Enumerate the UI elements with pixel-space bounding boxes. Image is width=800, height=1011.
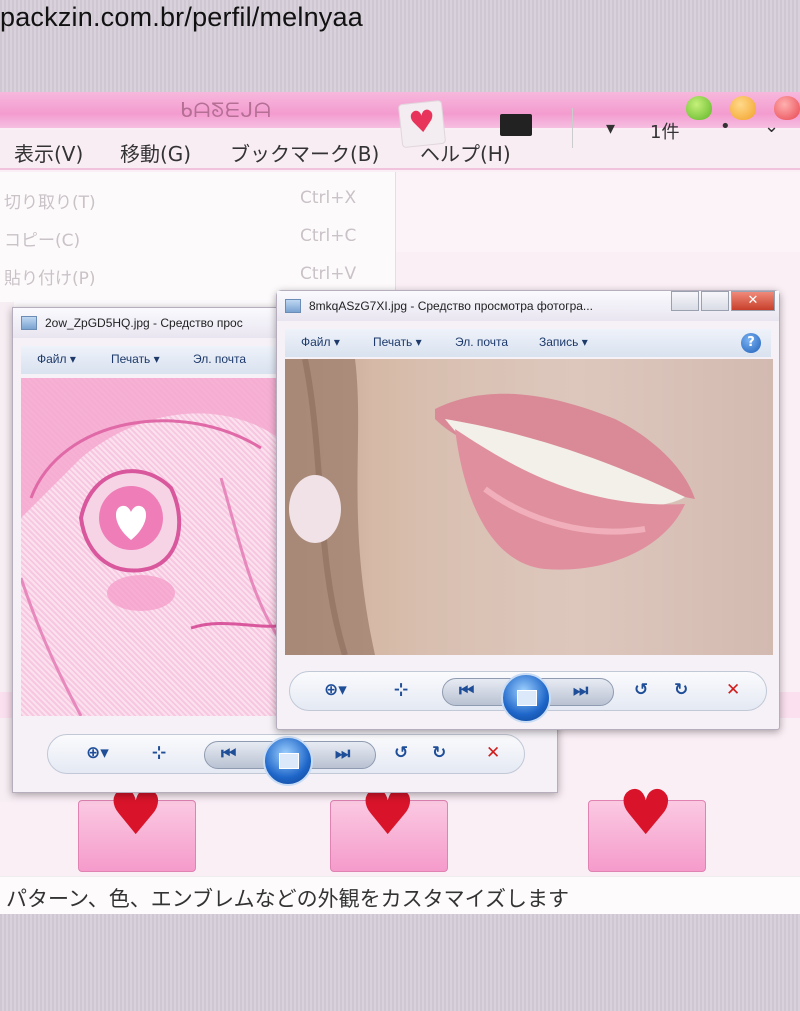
folder-heart-icon[interactable]: ♥ [78, 782, 196, 872]
photo-viewer-right: 8mkqASzG7XI.jpg - Средство просмотра фот… [276, 290, 780, 730]
close-button[interactable]: ✕ [731, 291, 775, 311]
viewer-nav-bar: ⊕▾ ⊹ ⏮ ⏭ ↺ ↻ ✕ [47, 734, 525, 786]
menu-item-label: 貼り付け(P) [4, 269, 96, 289]
menu-bookmarks[interactable]: ブックマーク(B) [230, 138, 379, 167]
main-window-title: ᑲᗩᘕᗴᒍᗩ [180, 98, 272, 122]
heart-card-icon[interactable]: ♥ [397, 99, 447, 149]
status-bar: パターン、色、エンブレムなどの外観をカスタマイズします [0, 876, 800, 914]
photo-viewer-icon [21, 316, 37, 330]
menu-email[interactable]: Эл. почта [193, 352, 246, 366]
menubar: 表示(V) 移動(G) ブックマーク(B) ヘルプ(H) [0, 130, 800, 170]
rotate-ccw-icon[interactable]: ↺ [394, 743, 408, 763]
lips-photo [285, 359, 773, 655]
status-text: パターン、色、エンブレムなどの外観をカスタマイズします [6, 887, 570, 911]
fit-window-icon[interactable]: ⊹ [394, 680, 408, 700]
previous-icon[interactable]: ⏮ [459, 681, 474, 701]
maximize-button[interactable] [730, 96, 756, 120]
previous-icon[interactable]: ⏮ [221, 744, 236, 764]
menu-view[interactable]: 表示(V) [14, 138, 83, 167]
slideshow-button[interactable] [501, 673, 551, 723]
folder-heart-icon[interactable]: ♥ [330, 782, 448, 872]
menu-item-cut[interactable]: 切り取り(T) Ctrl+X [0, 184, 390, 214]
viewer-nav-bar: ⊕▾ ⊹ ⏮ ⏭ ↺ ↻ ✕ [289, 671, 767, 723]
minimize-button[interactable] [686, 96, 712, 120]
chevron-down-icon[interactable]: ⌄ [764, 116, 779, 137]
rotate-ccw-icon[interactable]: ↺ [634, 680, 648, 700]
rotate-cw-icon[interactable]: ↻ [432, 743, 446, 763]
anime-girl-image [21, 378, 279, 716]
menu-file[interactable]: Файл ▾ [37, 352, 76, 366]
menu-go[interactable]: 移動(G) [120, 138, 191, 167]
viewer-toolbar: Файл ▾ Печать ▾ Эл. почта Запись ▾ ? [285, 329, 771, 357]
menu-item-shortcut: Ctrl+X [300, 188, 357, 208]
menu-print[interactable]: Печать ▾ [373, 335, 422, 349]
menu-item-shortcut: Ctrl+C [300, 226, 357, 246]
zoom-icon[interactable]: ⊕▾ [86, 743, 109, 763]
delete-icon[interactable]: ✕ [726, 680, 740, 700]
delete-icon[interactable]: ✕ [486, 743, 500, 763]
toolbar-divider [572, 108, 573, 148]
monitor-icon[interactable] [500, 114, 532, 136]
menu-print[interactable]: Печать ▾ [111, 352, 160, 366]
menu-item-copy[interactable]: コピー(C) Ctrl+C [0, 222, 390, 252]
next-icon[interactable]: ⏭ [335, 744, 350, 764]
toolbar-count: 1件 [650, 122, 680, 143]
next-icon[interactable]: ⏭ [573, 681, 588, 701]
viewer-title: 2ow_ZpGD5HQ.jpg - Средство прос [45, 316, 243, 330]
dot-icon: • [720, 116, 731, 137]
toolbar-mini-icon[interactable]: ▾ [606, 118, 615, 139]
rotate-cw-icon[interactable]: ↻ [674, 680, 688, 700]
folder-heart-icon[interactable]: ♥ [588, 782, 706, 872]
photo-viewer-icon [285, 299, 301, 313]
menu-file[interactable]: Файл ▾ [301, 335, 340, 349]
maximize-button[interactable] [701, 291, 729, 311]
menu-item-label: コピー(C) [4, 231, 81, 251]
nav-pill: ⏮ ⏭ [204, 736, 376, 786]
menu-burn[interactable]: Запись ▾ [539, 335, 588, 349]
watermark: packzin.com.br/perfil/melnyaa [0, 2, 363, 32]
fit-window-icon[interactable]: ⊹ [152, 743, 166, 763]
viewer-titlebar: 8mkqASzG7XI.jpg - Средство просмотра фот… [277, 291, 779, 321]
viewer-title: 8mkqASzG7XI.jpg - Средство просмотра фот… [309, 299, 593, 313]
main-toolbar [396, 172, 800, 252]
menu-item-label: 切り取り(T) [4, 193, 96, 213]
menu-item-shortcut: Ctrl+V [300, 264, 357, 284]
help-icon[interactable]: ? [741, 333, 761, 353]
menu-email[interactable]: Эл. почта [455, 335, 508, 349]
nav-pill: ⏮ ⏭ [442, 673, 614, 723]
zoom-icon[interactable]: ⊕▾ [324, 680, 347, 700]
slideshow-button[interactable] [263, 736, 313, 786]
menu-item-paste[interactable]: 貼り付け(P) Ctrl+V [0, 260, 390, 290]
minimize-button[interactable] [671, 291, 699, 311]
